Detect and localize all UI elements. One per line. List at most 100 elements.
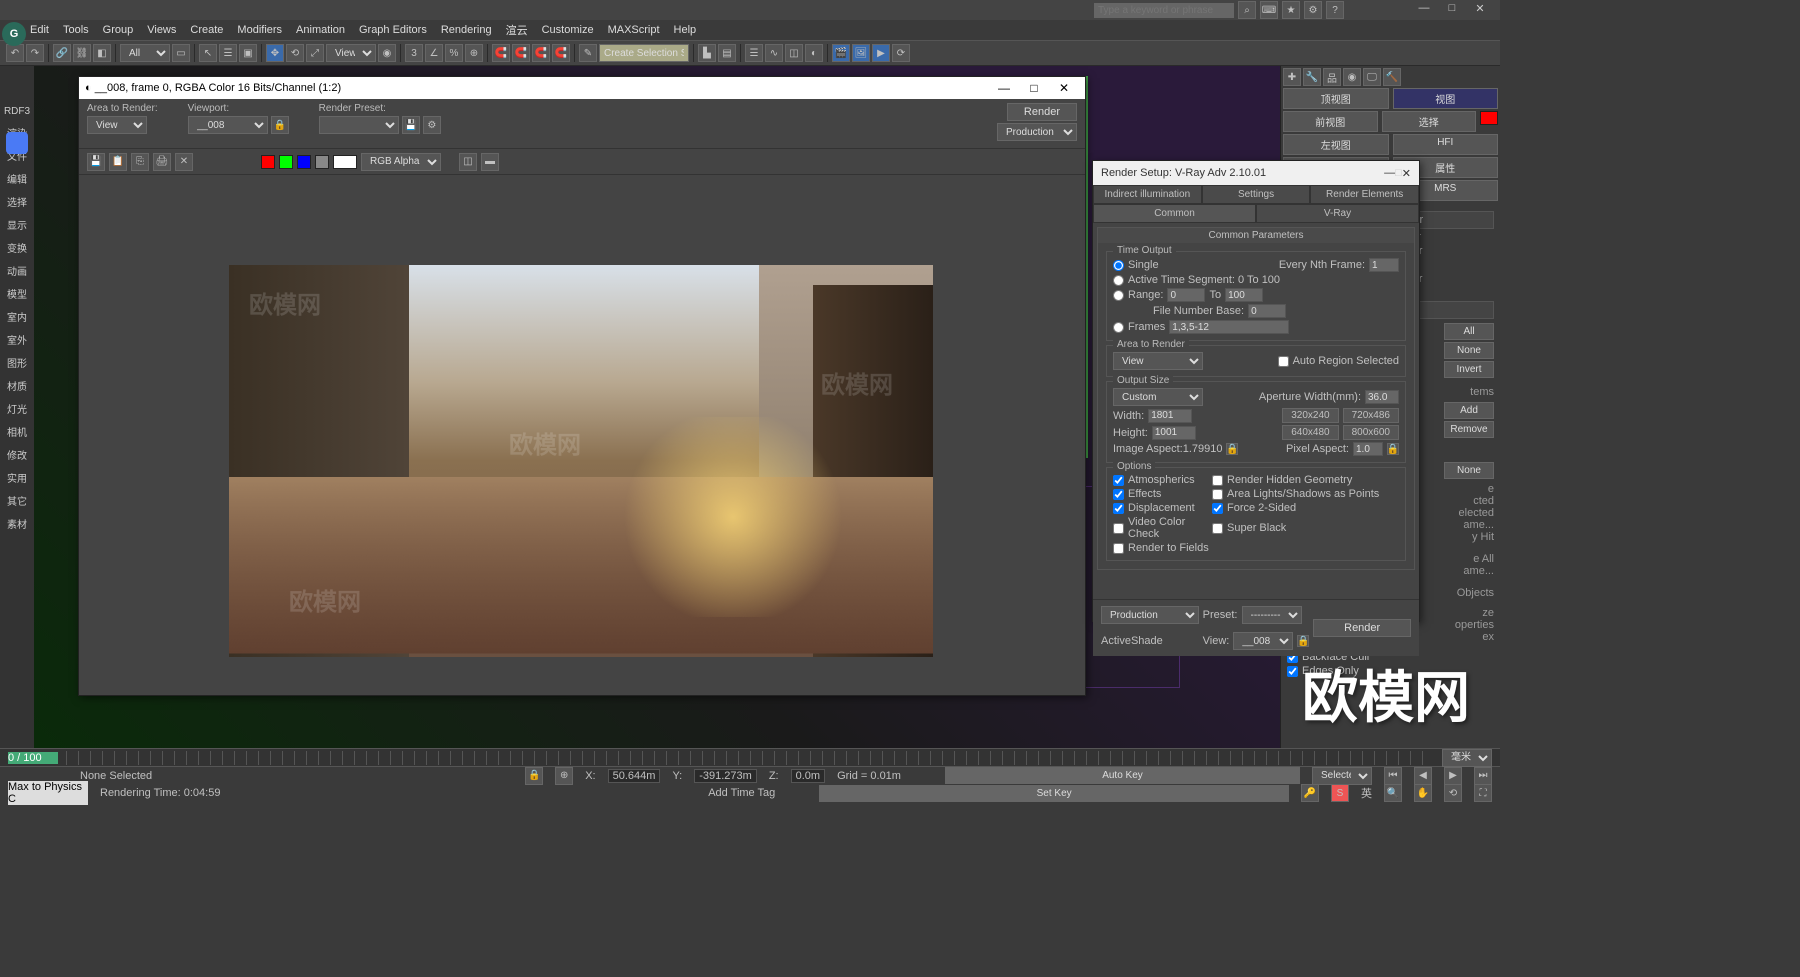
app-logo-icon[interactable]: G	[2, 22, 26, 46]
undo-icon[interactable]: ↶	[6, 44, 24, 62]
atmospherics-checkbox[interactable]	[1113, 475, 1124, 486]
menu-create[interactable]: Create	[190, 24, 223, 36]
invert-button[interactable]: Invert	[1444, 361, 1494, 378]
menu-tools[interactable]: Tools	[63, 24, 89, 36]
rs-maximize-button[interactable]: □	[1395, 167, 1402, 179]
menu-rendering[interactable]: Rendering	[441, 24, 492, 36]
menu-graph-editors[interactable]: Graph Editors	[359, 24, 427, 36]
menu-modifiers[interactable]: Modifiers	[237, 24, 282, 36]
width-spinner[interactable]	[1148, 409, 1192, 423]
auto-key-button[interactable]: Auto Key	[945, 767, 1300, 784]
all-button[interactable]: All	[1444, 323, 1494, 340]
sidebar-camera[interactable]: 相机	[7, 424, 27, 439]
minimize-button[interactable]: —	[1412, 2, 1436, 18]
view-front-button[interactable]: 前视图	[1283, 111, 1378, 132]
render-window-titlebar[interactable]: ◐ __008, frame 0, RGBA Color 16 Bits/Cha…	[79, 77, 1085, 99]
create-tab-icon[interactable]: ✚	[1283, 68, 1301, 86]
footer-preset-dropdown[interactable]: -----------	[1242, 606, 1302, 624]
time-slider[interactable]: 0 / 100	[8, 752, 58, 764]
view-hfi-button[interactable]: HFI	[1393, 134, 1499, 155]
abs-transform-icon[interactable]: ⊕	[555, 767, 573, 785]
nav-orbit-icon[interactable]: ⟲	[1444, 784, 1462, 802]
render-iter-icon[interactable]: ⟳	[892, 44, 910, 62]
play-prev-icon[interactable]: ⏮	[1384, 767, 1402, 785]
lock-pixel-icon[interactable]: 🔒	[1387, 443, 1399, 455]
print-icon[interactable]: 🖨	[153, 153, 171, 171]
sidebar-select[interactable]: 选择	[7, 194, 27, 209]
lock-view-icon[interactable]: 🔒	[1297, 635, 1309, 647]
preset-gear-icon[interactable]: ⚙	[423, 116, 441, 134]
lock-viewport-icon[interactable]: 🔒	[271, 116, 289, 134]
render-prod-icon[interactable]: ▶	[872, 44, 890, 62]
select-object-icon[interactable]: ↖	[199, 44, 217, 62]
layers-icon[interactable]: ☰	[745, 44, 763, 62]
file-base-spinner[interactable]	[1248, 304, 1286, 318]
none2-button[interactable]: None	[1444, 462, 1494, 479]
percent-snap-icon[interactable]: %	[445, 44, 463, 62]
sidebar-display[interactable]: 显示	[7, 217, 27, 232]
magnet4-icon[interactable]: 🧲	[552, 44, 570, 62]
common-params-rollout[interactable]: Common Parameters	[1098, 228, 1414, 243]
scale-icon[interactable]: ⤢	[306, 44, 324, 62]
footer-view-dropdown[interactable]: __008	[1233, 632, 1293, 650]
magnet-icon[interactable]: 🧲	[492, 44, 510, 62]
close-button[interactable]: ✕	[1468, 2, 1492, 18]
center-icon[interactable]: ◉	[378, 44, 396, 62]
tab-vray[interactable]: V-Ray	[1256, 204, 1419, 223]
color-swatch[interactable]	[1480, 111, 1498, 125]
timeline-ruler[interactable]	[66, 751, 1434, 765]
render-hidden-checkbox[interactable]	[1212, 475, 1223, 486]
magnet2-icon[interactable]: 🧲	[512, 44, 530, 62]
clone-image-icon[interactable]: ⎘	[131, 153, 149, 171]
every-nth-spinner[interactable]	[1369, 258, 1399, 272]
select-name-icon[interactable]: ☰	[219, 44, 237, 62]
help-icon[interactable]: ?	[1326, 1, 1344, 19]
sidebar-transform[interactable]: 变换	[7, 240, 27, 255]
snap3d-icon[interactable]: 3	[405, 44, 423, 62]
ime-lang[interactable]: 英	[1361, 785, 1372, 801]
select-icon[interactable]: ▭	[172, 44, 190, 62]
footer-render-button[interactable]: Render	[1313, 619, 1411, 637]
none-button[interactable]: None	[1444, 342, 1494, 359]
frames-radio[interactable]	[1113, 322, 1124, 333]
sidebar-shape[interactable]: 图形	[7, 355, 27, 370]
video-check-checkbox[interactable]	[1113, 523, 1124, 534]
sidebar-utility[interactable]: 实用	[7, 470, 27, 485]
clear-icon[interactable]: ✕	[175, 153, 193, 171]
sidebar-other[interactable]: 其它	[7, 493, 27, 508]
lock-aspect-icon[interactable]: 🔒	[1226, 443, 1238, 455]
menu-views[interactable]: Views	[147, 24, 176, 36]
nav-pan-icon[interactable]: ✋	[1414, 784, 1432, 802]
render-setup-icon[interactable]: 🎬	[832, 44, 850, 62]
add-time-tag[interactable]: Add Time Tag	[708, 787, 775, 799]
key-filter-icon[interactable]: 🔑	[1301, 784, 1319, 802]
redo-icon[interactable]: ↷	[26, 44, 44, 62]
sidebar-modify[interactable]: 修改	[7, 447, 27, 462]
align-icon[interactable]: ▤	[718, 44, 736, 62]
magnet3-icon[interactable]: 🧲	[532, 44, 550, 62]
toggle-overlay-icon[interactable]: ▬	[481, 153, 499, 171]
timeline[interactable]: 0 / 100 毫米	[0, 748, 1500, 766]
material-editor-icon[interactable]: ◐	[805, 44, 823, 62]
remove-button[interactable]: Remove	[1444, 421, 1494, 438]
rs-close-button[interactable]: ✕	[1402, 167, 1411, 180]
unit-dropdown[interactable]: 毫米	[1442, 749, 1492, 767]
area-lights-checkbox[interactable]	[1212, 489, 1223, 500]
play-fwd-icon[interactable]: ⏭	[1474, 767, 1492, 785]
preset-save-icon[interactable]: 💾	[402, 116, 420, 134]
unlink-icon[interactable]: ⛓	[73, 44, 91, 62]
range-from-spinner[interactable]	[1167, 288, 1205, 302]
area-to-render-dropdown[interactable]: View	[87, 116, 147, 134]
set-key-button[interactable]: Set Key	[819, 785, 1289, 802]
frames-input[interactable]	[1169, 320, 1289, 334]
alpha-channel-toggle[interactable]	[315, 155, 329, 169]
green-channel-toggle[interactable]	[279, 155, 293, 169]
active-segment-radio[interactable]	[1113, 275, 1124, 286]
mirror-icon[interactable]: ▙	[698, 44, 716, 62]
rw-close-button[interactable]: ✕	[1049, 81, 1079, 95]
render-preset-dropdown[interactable]	[319, 116, 399, 134]
red-channel-toggle[interactable]	[261, 155, 275, 169]
add-button[interactable]: Add	[1444, 402, 1494, 419]
view-view-button[interactable]: 视图	[1393, 88, 1499, 109]
super-black-checkbox[interactable]	[1212, 523, 1223, 534]
